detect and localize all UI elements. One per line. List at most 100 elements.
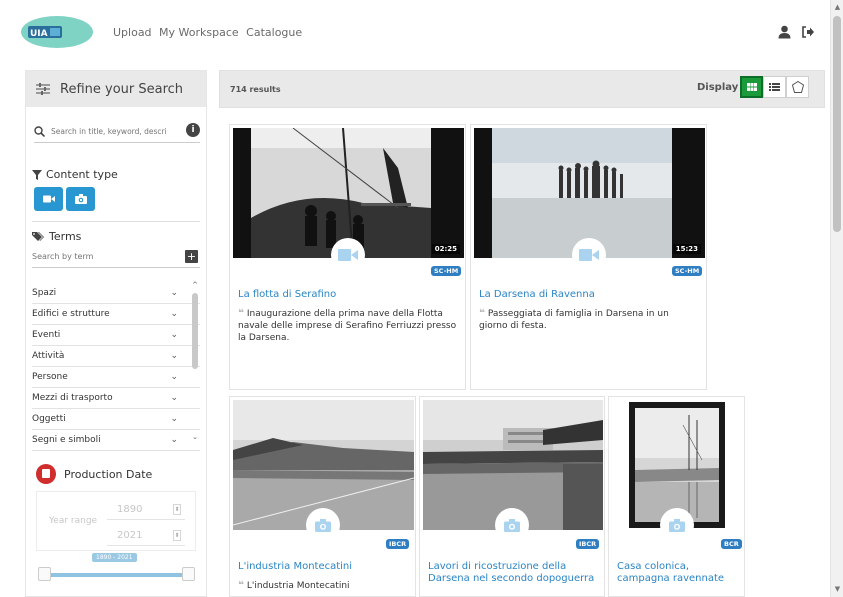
video-camera-icon (338, 249, 358, 261)
content-type-label: Content type (46, 168, 118, 181)
production-date-heading: Production Date (36, 464, 152, 484)
main-nav: Upload My Workspace Catalogue (113, 26, 306, 39)
source-badge: BCR (721, 539, 742, 549)
duration-label: 15:23 (672, 244, 701, 254)
term-item-edifici[interactable]: Edifici e strutture ⌄ (32, 304, 200, 325)
card-title[interactable]: Lavori di ricostruzione della Darsena ne… (428, 561, 603, 585)
filter-sidebar: Refine your Search i Content type (25, 70, 207, 597)
top-header: UIA Upload My Workspace Catalogue (0, 0, 830, 66)
term-item-attivita[interactable]: Attività ⌄ (32, 346, 200, 367)
nav-upload[interactable]: Upload (113, 26, 152, 39)
scroll-up-arrow-icon[interactable]: ▲ (833, 3, 842, 12)
list-view-button[interactable] (763, 76, 786, 98)
quote-icon: ❝ (479, 308, 485, 319)
scroll-down-arrow-icon[interactable]: ▼ (833, 585, 842, 594)
card-description: ❝ Passeggiata di famiglia in Darsena in u… (479, 308, 699, 332)
scroll-down-arrow-icon[interactable]: ⌄ (191, 433, 199, 441)
range-handle-left[interactable] (38, 567, 51, 581)
media-type-badge (660, 508, 694, 542)
term-label: Edifici e strutture (32, 309, 110, 319)
chevron-down-icon: ⌄ (170, 330, 178, 340)
term-label: Mezzi di trasporto (32, 393, 113, 403)
terms-label: Terms (49, 230, 82, 243)
media-type-badge (306, 508, 340, 542)
logout-icon[interactable] (801, 25, 815, 39)
term-label: Persone (32, 372, 68, 382)
term-search-input[interactable] (32, 252, 172, 261)
scroll-up-arrow-icon[interactable]: ^ (191, 281, 199, 289)
card-title[interactable]: Casa colonica, campagna ravennate (617, 561, 742, 585)
year-to-input[interactable]: 2021 ⬍ (107, 526, 185, 546)
year-range-label: Year range (49, 516, 98, 526)
media-type-badge (495, 508, 529, 542)
term-item-segni[interactable]: Segni e simboli ⌄ (32, 430, 200, 451)
nav-my-workspace[interactable]: My Workspace (159, 26, 239, 39)
stepper-icon[interactable]: ⬍ (173, 530, 181, 541)
card-title[interactable]: La flotta di Serafino (238, 289, 336, 301)
result-card[interactable]: IBCR Lavori di ricostruzione della Darse… (419, 396, 605, 597)
source-badge: SC-HM (672, 266, 703, 276)
photo-type-button[interactable] (66, 187, 95, 211)
terms-heading: Terms (32, 230, 81, 243)
card-title[interactable]: L'industria Montecatini (238, 561, 352, 573)
results-count: 714 results (230, 85, 281, 94)
terms-scrollbar[interactable]: ^ ⌄ (191, 281, 199, 443)
term-item-oggetti[interactable]: Oggetti ⌄ (32, 409, 200, 430)
card-desc-text: Inaugurazione della prima nave della Flo… (238, 309, 457, 343)
video-type-button[interactable] (34, 187, 63, 211)
uia-logo[interactable]: UIA (20, 15, 94, 49)
user-icon[interactable] (778, 25, 791, 39)
chevron-down-icon: ⌄ (170, 309, 178, 319)
nav-catalogue[interactable]: Catalogue (246, 26, 302, 39)
chevron-down-icon: ⌄ (170, 351, 178, 361)
page-scrollbar[interactable]: ▲ ▼ (830, 0, 843, 597)
result-card[interactable]: 02:25 SC-HM La flotta di Serafino ❝ Inaug… (229, 124, 466, 390)
result-card[interactable]: IBCR L'industria Montecatini ❝ L'industri… (229, 396, 416, 597)
term-item-mezzi[interactable]: Mezzi di trasporto ⌄ (32, 388, 200, 409)
term-label: Attività (32, 351, 65, 361)
camera-icon (315, 518, 331, 532)
term-search-box: + (32, 248, 200, 268)
source-badge: IBCR (386, 539, 410, 549)
year-range-box: Year range 1890 ⬍ 2021 ⬍ (36, 491, 196, 551)
card-description: ❝ Inaugurazione della prima nave della Fl… (238, 308, 458, 344)
refine-search-header: Refine your Search (26, 71, 206, 107)
source-badge: IBCR (576, 539, 600, 549)
term-item-persone[interactable]: Persone ⌄ (32, 367, 200, 388)
result-card[interactable]: BCR Casa colonica, campagna ravennate (608, 396, 745, 597)
term-item-spazi[interactable]: Spazi ⌄ (32, 283, 200, 304)
chevron-down-icon: ⌄ (170, 288, 178, 298)
calendar-icon (36, 464, 56, 484)
quote-icon: ❝ (238, 308, 244, 319)
term-label: Oggetti (32, 414, 66, 424)
results-toolbar: 714 results Display (219, 70, 825, 108)
scroll-thumb[interactable] (833, 16, 841, 232)
year-range-slider[interactable] (38, 573, 194, 577)
grid-view-button[interactable] (740, 76, 763, 98)
duration-label: 02:25 (431, 244, 460, 254)
filter-funnel-icon (32, 169, 42, 180)
divider (32, 221, 200, 222)
card-desc-text: L'industria Montecatini (246, 581, 350, 591)
term-label: Segni e simboli (32, 435, 101, 445)
tags-icon (32, 232, 44, 241)
card-title[interactable]: La Darsena di Ravenna (479, 289, 595, 301)
content-type-buttons (34, 187, 95, 211)
range-handle-right[interactable] (182, 567, 195, 581)
add-term-button[interactable]: + (185, 250, 198, 263)
info-icon[interactable]: i (186, 123, 200, 137)
grid-icon (746, 83, 757, 91)
stepper-icon[interactable]: ⬍ (173, 504, 181, 515)
result-card[interactable]: 15:23 SC-HM La Darsena di Ravenna ❝ Passe… (470, 124, 707, 390)
camera-icon (504, 518, 520, 532)
terms-scroll-thumb[interactable] (192, 293, 198, 369)
display-label: Display (697, 82, 739, 93)
map-view-button[interactable] (786, 76, 809, 98)
production-date-label: Production Date (64, 467, 153, 481)
year-from-value: 1890 (117, 504, 143, 515)
search-input[interactable] (51, 127, 181, 136)
term-item-eventi[interactable]: Eventi ⌄ (32, 325, 200, 346)
range-badge: 1890 - 2021 (92, 553, 137, 562)
camera-icon (669, 518, 685, 532)
year-from-input[interactable]: 1890 ⬍ (107, 500, 185, 520)
